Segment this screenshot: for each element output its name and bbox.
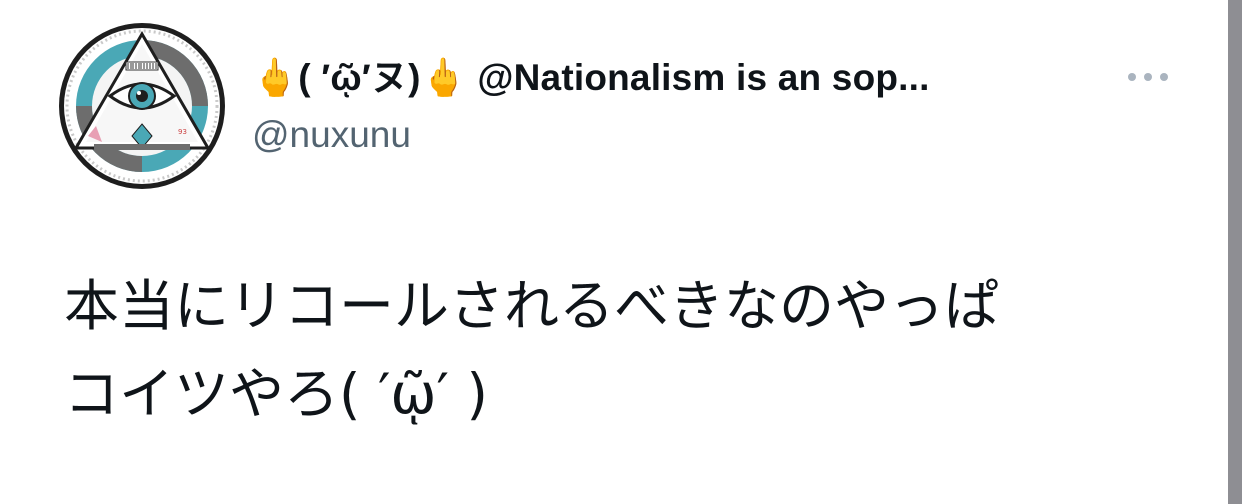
avatar[interactable]: 93: [58, 22, 226, 190]
tweet: 93 🖕( ′ῷ′ヌ)🖕 @Nationalism is an sop... @…: [0, 0, 1222, 504]
illuminati-eye-avatar-icon: 93: [59, 23, 225, 189]
scrollbar[interactable]: [1228, 0, 1242, 504]
more-options-icon[interactable]: [1128, 70, 1178, 84]
dot: [1144, 73, 1152, 81]
display-name-row[interactable]: 🖕( ′ῷ′ヌ)🖕 @Nationalism is an sop...: [252, 48, 930, 100]
display-name[interactable]: 🖕( ′ῷ′ヌ)🖕 @Nationalism is an sop...: [252, 47, 930, 101]
dot: [1128, 73, 1136, 81]
tweet-text: 本当にリコールされるべきなのやっぱ コイツやろ( ′ῷ′ ): [64, 274, 1000, 426]
user-handle[interactable]: @nuxunu: [252, 114, 411, 156]
svg-text:93: 93: [178, 128, 187, 136]
dot: [1160, 73, 1168, 81]
